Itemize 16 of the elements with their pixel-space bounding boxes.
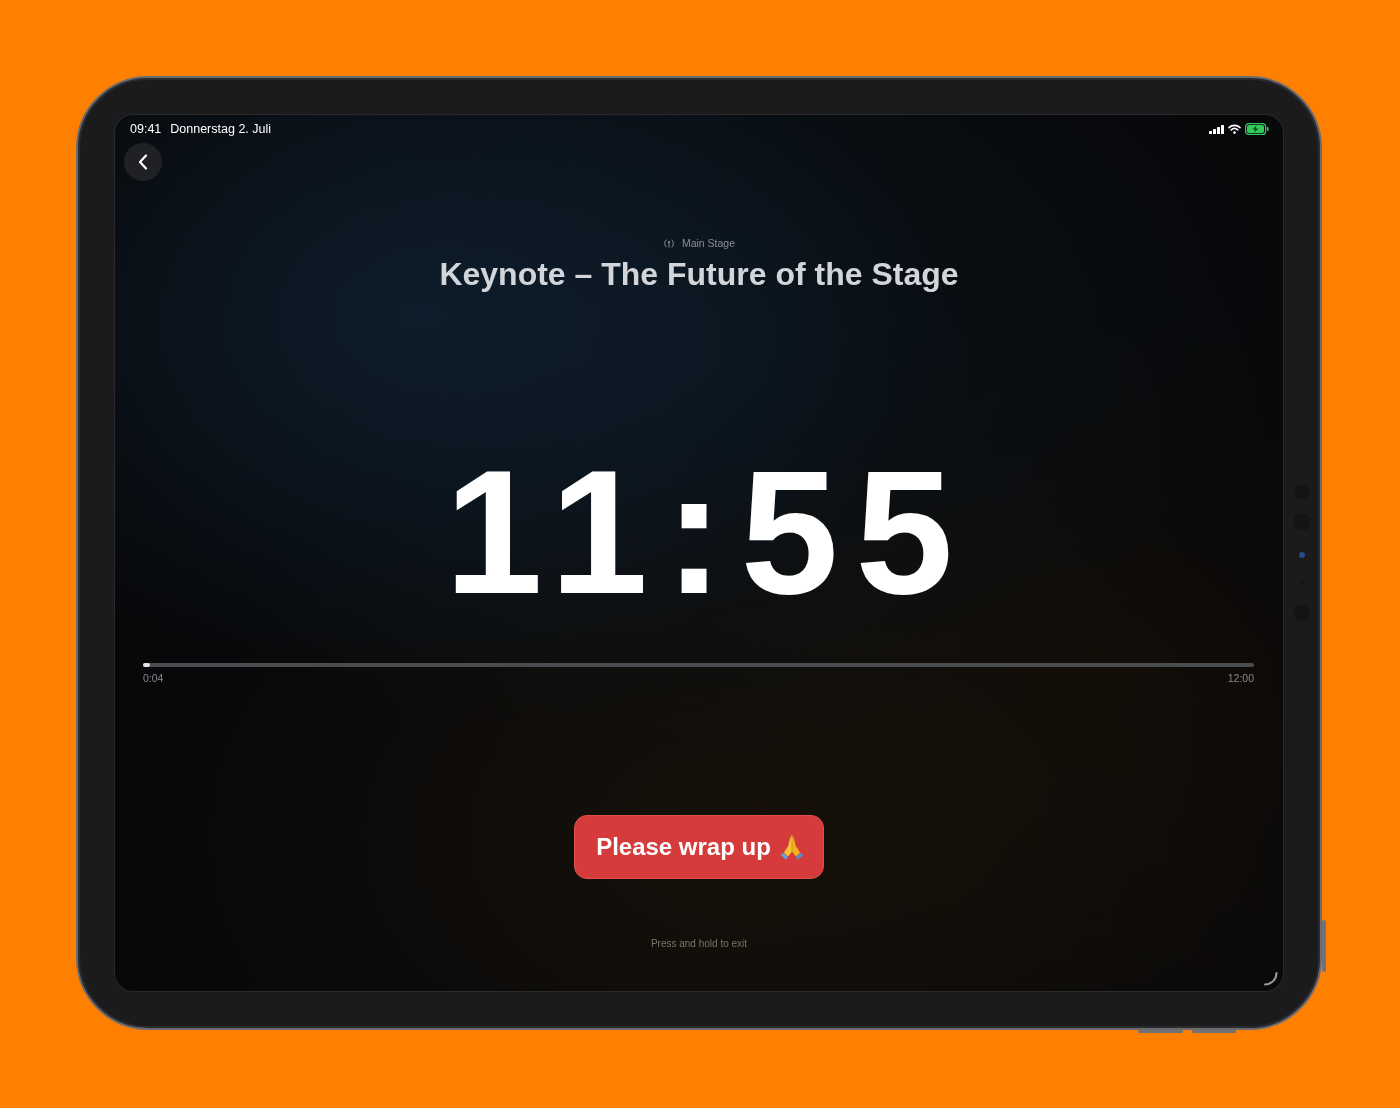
signal-icon	[1209, 124, 1224, 134]
session-title: Keynote – The Future of the Stage	[439, 255, 959, 293]
wrap-up-button[interactable]: Please wrap up	[574, 815, 824, 879]
back-button[interactable]	[124, 143, 162, 181]
broadcast-icon	[662, 238, 675, 248]
status-date: Donnerstag 2. Juli	[170, 122, 272, 136]
folded-hands-icon	[779, 834, 804, 860]
total-time: 12:00	[1227, 671, 1254, 685]
exit-hint: Press and hold to exit	[650, 937, 748, 951]
wifi-icon	[1228, 124, 1241, 134]
status-time: 09:41	[130, 122, 162, 136]
chevron-left-icon	[138, 154, 148, 170]
countdown-timer: 11:55	[443, 445, 971, 619]
corner-arc-icon	[1264, 972, 1278, 986]
elapsed-time: 0:04	[143, 671, 164, 685]
venue-label: Main Stage	[681, 236, 736, 250]
